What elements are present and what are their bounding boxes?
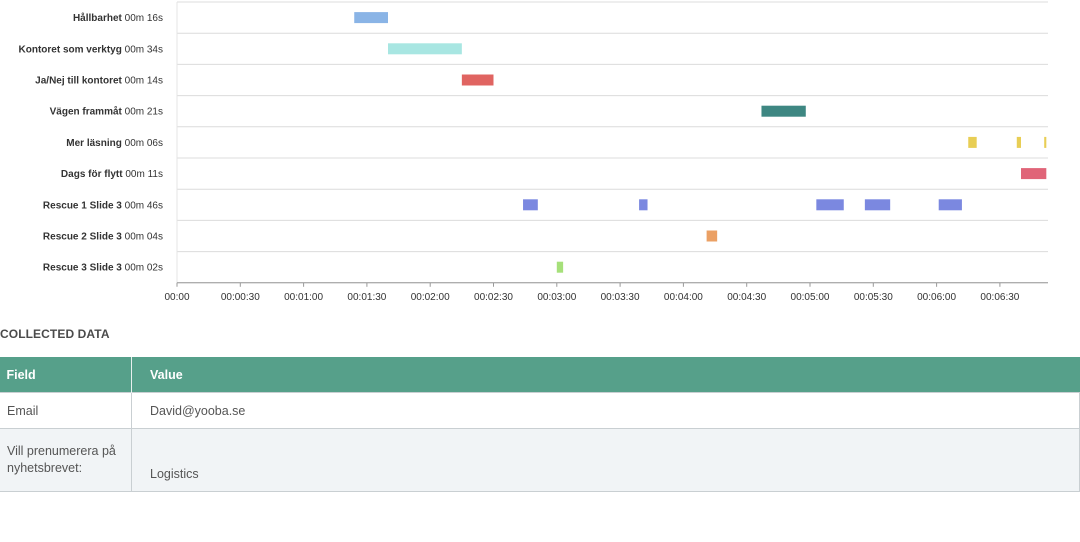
timeline-segment (639, 199, 648, 211)
table-row: Email David@yooba.se (0, 392, 1080, 429)
x-axis-tick-label: 00:05:30 (854, 292, 893, 303)
row-label: Mer läsning 00m 06s (66, 138, 163, 149)
row-label: Rescue 2 Slide 3 00m 04s (43, 232, 163, 243)
timeline-segment (1016, 136, 1021, 148)
row-label: Ja/Nej till kontoret 00m 14s (35, 76, 163, 87)
x-axis-tick-label: 00:06:30 (980, 292, 1019, 303)
value-cell-email: David@yooba.se (131, 392, 1080, 429)
x-axis-tick-label: 00:04:00 (664, 292, 703, 303)
collected-data-table: Field Value Email David@yooba.se Vill pr… (0, 357, 1080, 492)
x-axis-tick-label: 00:01:30 (347, 292, 386, 303)
x-axis-tick-label: 00:00:30 (221, 292, 260, 303)
collected-data-heading: COLLECTED DATA (0, 327, 110, 341)
timeline-segment (938, 199, 962, 211)
row-label: Vägen frammåt 00m 21s (50, 106, 163, 118)
timeline-segment (864, 199, 891, 211)
row-label: Dags för flytt 00m 11s (61, 169, 163, 180)
row-label: Rescue 1 Slide 3 00m 46s (43, 200, 163, 211)
timeline-segment (761, 105, 806, 117)
field-cell-newsletter: Vill prenumerera på nyhetsbrevet: (0, 428, 132, 492)
value-cell-newsletter: Logistics (131, 428, 1080, 492)
x-axis-tick-label: 00:03:00 (537, 292, 576, 303)
timeline-segment (816, 199, 844, 211)
timeline-segment (706, 230, 718, 242)
value-column-header: Value (131, 357, 1080, 393)
field-column-header: Field (0, 357, 132, 393)
row-label: Kontoret som verktyg 00m 34s (19, 44, 164, 55)
timeline-segment (388, 43, 462, 55)
x-axis-tick-label: 00:00 (164, 292, 189, 303)
timeline-segment (354, 12, 388, 24)
row-label: Hållbarhet 00m 16s (73, 12, 163, 24)
timeline-segment (1021, 168, 1047, 180)
x-axis-tick-label: 00:06:00 (917, 292, 956, 303)
timeline-segment (1044, 136, 1047, 148)
x-axis-tick-label: 00:05:00 (791, 292, 830, 303)
timeline-segment (523, 199, 538, 211)
table-header-row: Field Value (0, 357, 1080, 393)
table-row: Vill prenumerera på nyhetsbrevet: Logist… (0, 428, 1080, 492)
field-cell-email: Email (0, 392, 132, 429)
timeline-segment (968, 136, 977, 148)
x-axis-tick-label: 00:02:30 (474, 292, 513, 303)
x-axis-tick-label: 00:03:30 (601, 292, 640, 303)
x-axis-tick-label: 00:02:00 (411, 292, 450, 303)
row-label: Rescue 3 Slide 3 00m 02s (43, 263, 163, 274)
x-axis-tick-label: 00:01:00 (284, 292, 323, 303)
timeline-segment (556, 261, 564, 273)
session-timeline-chart: Hållbarhet 00m 16s Kontoret som verktyg 0… (0, 0, 1080, 310)
timeline-segment (461, 74, 494, 86)
x-axis-tick-label: 00:04:30 (727, 292, 766, 303)
timeline-svg: Hållbarhet 00m 16s Kontoret som verktyg 0… (19, 1, 1048, 303)
